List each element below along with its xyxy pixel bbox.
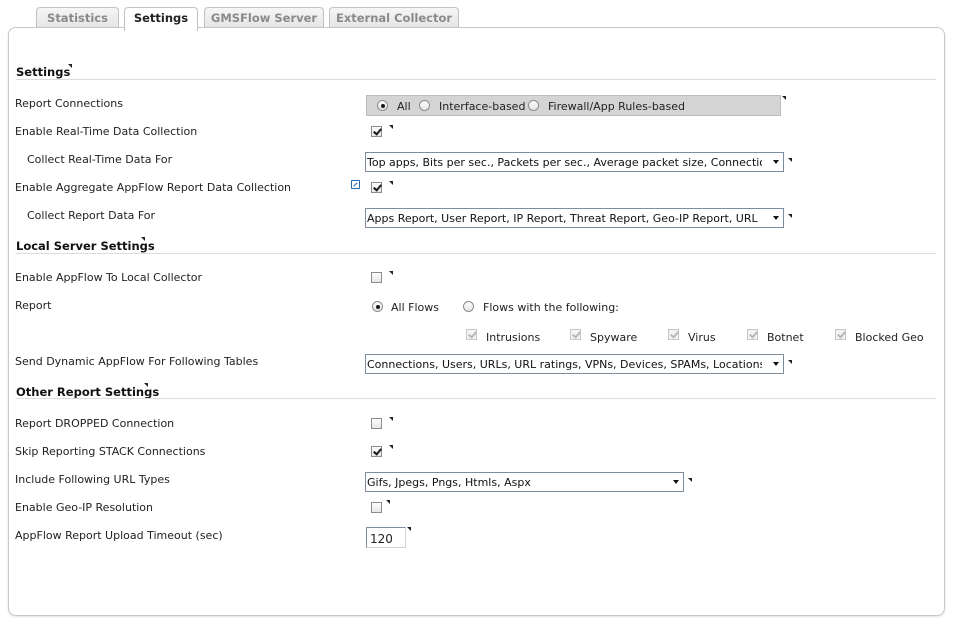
realtime-for-label: Collect Real-Time Data For — [27, 153, 173, 166]
section-heading-settings: Settings — [16, 65, 71, 79]
radio-flows-with[interactable] — [463, 301, 474, 312]
section-divider — [16, 398, 936, 399]
enable-local-checkbox[interactable] — [371, 272, 382, 283]
radio-all-flows-label: All Flows — [391, 301, 439, 314]
realtime-checkbox[interactable] — [371, 126, 382, 137]
radio-all-flows[interactable] — [372, 301, 383, 312]
external-link-icon[interactable] — [351, 180, 360, 189]
report-connections-label: Report Connections — [15, 97, 123, 110]
help-tick — [389, 181, 393, 185]
radio-flows-with-label: Flows with the following: — [483, 301, 619, 314]
help-tick — [386, 500, 390, 504]
report-for-label: Collect Report Data For — [27, 209, 156, 222]
filter-virus-label: Virus — [688, 331, 716, 344]
geoip-label: Enable Geo-IP Resolution — [15, 501, 154, 514]
radio-firewall-app-rules-label: Firewall/App Rules-based — [548, 100, 686, 113]
filter-botnet-label: Botnet — [767, 331, 804, 344]
filter-spyware-checkbox[interactable] — [570, 329, 581, 340]
enable-local-label: Enable AppFlow To Local Collector — [15, 271, 203, 284]
dynamic-tables-value: Connections, Users, URLs, URL ratings, V… — [367, 358, 762, 371]
radio-interface-based[interactable] — [419, 100, 430, 111]
help-tick — [141, 237, 145, 241]
timeout-label: AppFlow Report Upload Timeout (sec) — [15, 529, 223, 542]
section-divider — [16, 253, 936, 254]
geoip-checkbox[interactable] — [371, 502, 382, 513]
stack-label: Skip Reporting STACK Connections — [15, 445, 206, 458]
realtime-for-select[interactable]: Top apps, Bits per sec., Packets per sec… — [365, 152, 784, 172]
report-for-select[interactable]: Apps Report, User Report, IP Report, Thr… — [365, 208, 784, 228]
help-tick — [782, 96, 786, 100]
radio-all[interactable] — [377, 100, 388, 111]
filter-intrusions-checkbox[interactable] — [466, 329, 477, 340]
chevron-down-icon — [773, 160, 779, 164]
tab-external-collector[interactable]: External Collector — [329, 7, 459, 28]
help-tick — [389, 271, 393, 275]
stack-checkbox[interactable] — [371, 446, 382, 457]
filter-intrusions-label: Intrusions — [486, 331, 541, 344]
report-label: Report — [15, 299, 52, 312]
radio-all-label: All — [397, 100, 411, 113]
radio-interface-based-label: Interface-based — [439, 100, 526, 113]
realtime-for-value: Top apps, Bits per sec., Packets per sec… — [367, 156, 762, 169]
url-types-label: Include Following URL Types — [15, 473, 170, 486]
chevron-down-icon — [673, 480, 679, 484]
section-divider — [16, 79, 936, 80]
help-tick — [389, 125, 393, 129]
aggregate-label: Enable Aggregate AppFlow Report Data Col… — [15, 181, 292, 194]
dynamic-tables-select[interactable]: Connections, Users, URLs, URL ratings, V… — [365, 354, 784, 374]
section-heading-other-report: Other Report Settings — [16, 385, 160, 399]
chevron-down-icon — [773, 362, 779, 366]
filter-blocked-geo-checkbox[interactable] — [835, 329, 846, 340]
dropped-checkbox[interactable] — [371, 418, 382, 429]
tab-settings[interactable]: Settings — [124, 7, 198, 31]
report-for-value: Apps Report, User Report, IP Report, Thr… — [367, 212, 762, 225]
radio-firewall-app-rules[interactable] — [528, 100, 539, 111]
help-tick — [407, 527, 411, 531]
section-heading-local-server: Local Server Settings — [16, 239, 155, 253]
timeout-input[interactable]: 120 — [366, 527, 406, 548]
help-tick — [788, 360, 792, 364]
help-tick — [688, 478, 692, 482]
aggregate-checkbox[interactable] — [371, 182, 382, 193]
dropped-label: Report DROPPED Connection — [15, 417, 175, 430]
filter-botnet-checkbox[interactable] — [747, 329, 758, 340]
help-tick — [788, 158, 792, 162]
tab-statistics[interactable]: Statistics — [36, 7, 119, 28]
help-tick — [389, 417, 393, 421]
help-tick — [788, 214, 792, 218]
dynamic-label: Send Dynamic AppFlow For Following Table… — [15, 355, 259, 368]
help-tick — [144, 383, 148, 387]
url-types-value: Gifs, Jpegs, Pngs, Htmls, Aspx — [367, 476, 531, 489]
filter-spyware-label: Spyware — [590, 331, 638, 344]
filter-blocked-geo-label: Blocked Geo — [855, 331, 924, 344]
chevron-down-icon — [773, 216, 779, 220]
help-tick — [389, 445, 393, 449]
url-types-select[interactable]: Gifs, Jpegs, Pngs, Htmls, Aspx — [365, 472, 684, 492]
realtime-label: Enable Real-Time Data Collection — [15, 125, 198, 138]
filter-virus-checkbox[interactable] — [668, 329, 679, 340]
tab-gmsflow-server[interactable]: GMSFlow Server — [204, 7, 324, 28]
help-tick — [68, 64, 72, 68]
